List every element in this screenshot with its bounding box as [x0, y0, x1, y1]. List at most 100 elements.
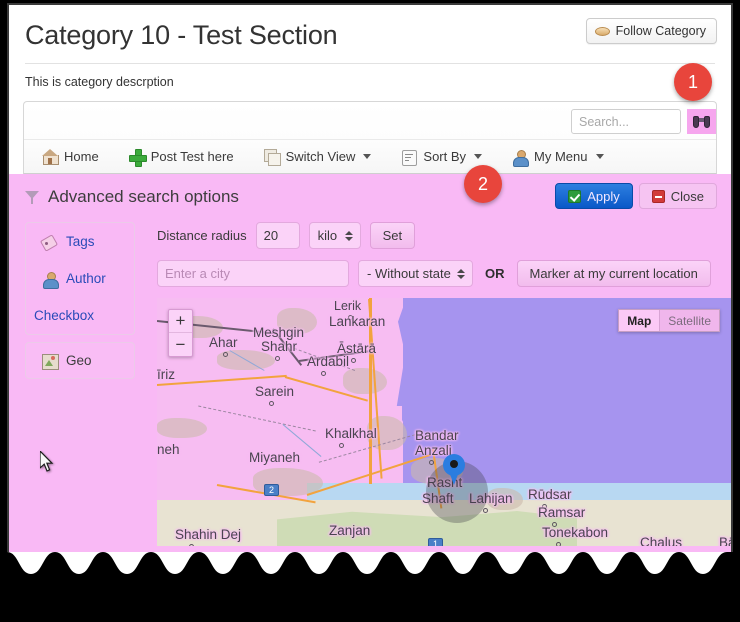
map-label: Bandar [415, 428, 459, 443]
map-terrain [343, 368, 387, 394]
menu-label-my-menu: My Menu [534, 149, 588, 164]
user-icon [512, 149, 530, 167]
map-label: Lerik [334, 299, 362, 313]
image-icon [42, 353, 59, 370]
sidebar-label-checkbox: Checkbox [34, 308, 95, 323]
set-radius-button[interactable]: Set [369, 222, 416, 249]
map-label: Ardabil [307, 354, 350, 369]
user-icon [42, 271, 59, 289]
sidebar-label-author: Author [66, 271, 106, 286]
map-label: Khalkhal [325, 426, 377, 441]
map-label: Meshgin [253, 325, 305, 340]
map-label: Lankaran [329, 314, 386, 329]
geo-filter-form: Distance radius kilo Set - Without state [135, 220, 731, 547]
search-button[interactable] [687, 109, 716, 134]
advanced-search-body: Tags Author Checkbox Geo Distance radius… [9, 220, 731, 546]
search-input[interactable] [571, 109, 681, 134]
plus-icon [128, 148, 147, 167]
advanced-search-title: Advanced search options [48, 187, 239, 206]
state-value: - Without state [367, 266, 451, 281]
map-city-dot [223, 352, 228, 357]
menu-label-post-test: Post Test here [150, 149, 234, 164]
location-row: - Without state OR Marker at my current … [157, 260, 731, 287]
map-type-toggle[interactable]: Map Satellite [618, 309, 720, 332]
current-location-button[interactable]: Marker at my current location [516, 260, 711, 287]
geo-map[interactable]: + − Map Satellite Ahar Meshgin Shahr Lerik L… [157, 298, 731, 547]
chevron-down-icon [595, 154, 604, 159]
sidebar-item-checkbox[interactable]: Checkbox [26, 297, 134, 334]
city-input[interactable] [157, 260, 349, 287]
map-type-map[interactable]: Map [619, 310, 660, 331]
distance-radius-label: Distance radius [157, 228, 247, 243]
map-terrain [157, 418, 207, 438]
toolbar-panel: Home Post Test here Switch View Sort By [23, 101, 717, 174]
map-label: Ahar [209, 335, 238, 350]
menu-label-sort-by: Sort By [423, 149, 467, 164]
toolbar-menu: Home Post Test here Switch View Sort By [24, 139, 716, 173]
menu-item-switch-view[interactable]: Switch View [263, 148, 372, 166]
menu-item-sort-by[interactable]: Sort By [401, 149, 483, 166]
category-description: This is category descrption [25, 75, 174, 89]
advanced-search-panel: Advanced search options Apply Close Tags… [9, 174, 731, 561]
map-label: Rūdsar [528, 487, 572, 502]
map-city-dot [429, 460, 434, 465]
mouse-cursor [40, 451, 54, 472]
map-city-dot [483, 508, 488, 513]
funnel-icon [25, 190, 39, 205]
binoculars-icon [693, 115, 710, 128]
map-label: Ramsar [538, 505, 586, 520]
sort-icon [401, 149, 418, 166]
sidebar-item-geo[interactable]: Geo [25, 342, 135, 379]
advanced-search-header: Advanced search options Apply Close [9, 174, 731, 220]
menu-item-post-test[interactable]: Post Test here [128, 148, 234, 167]
page-header: Category 10 - Test Section Follow Catego… [9, 5, 731, 63]
distance-radius-row: Distance radius kilo Set [157, 222, 731, 249]
close-button[interactable]: Close [638, 183, 717, 209]
updown-arrows-icon [457, 268, 465, 279]
search-area [571, 109, 716, 134]
map-city-dot [351, 358, 356, 363]
map-highway-shield: 2 [264, 484, 279, 496]
follow-category-button[interactable]: Follow Category [585, 18, 717, 44]
check-icon [568, 189, 582, 203]
map-label: Tonekabon [542, 525, 609, 540]
map-label: neh [157, 442, 180, 457]
filter-tabs: Tags Author Checkbox Geo [25, 220, 135, 546]
close-label: Close [670, 188, 704, 204]
sidebar-item-author[interactable]: Author [26, 260, 134, 297]
map-label: Bāb [719, 535, 731, 547]
step-badge-2: 2 [464, 165, 502, 203]
menu-item-home[interactable]: Home [42, 148, 99, 165]
menu-item-my-menu[interactable]: My Menu [512, 149, 604, 167]
map-highway-shield: 1 [428, 538, 443, 546]
zoom-in-button[interactable]: + [169, 310, 192, 333]
updown-arrows-icon [344, 230, 353, 241]
panel-actions: Apply Close [555, 183, 717, 209]
map-label: īriz [157, 367, 175, 382]
or-label: OR [485, 266, 505, 281]
map-city-dot [556, 542, 561, 546]
map-label: Zanjan [329, 523, 371, 538]
apply-button[interactable]: Apply [555, 183, 633, 209]
map-label: Chalus [640, 535, 683, 547]
map-type-satellite[interactable]: Satellite [659, 310, 719, 331]
sidebar-item-tags[interactable]: Tags [26, 223, 134, 260]
map-city-dot [269, 401, 274, 406]
zoom-out-button[interactable]: − [169, 333, 192, 356]
tag-icon [42, 234, 58, 250]
torn-page-edge [7, 552, 733, 622]
map-pin-icon[interactable] [443, 454, 465, 485]
map-label: Shahr [261, 339, 298, 354]
home-icon [42, 148, 59, 165]
chevron-down-icon [474, 154, 483, 159]
distance-unit-select[interactable]: kilo [308, 222, 361, 249]
switch-view-icon [263, 148, 281, 166]
map-zoom-controls[interactable]: + − [168, 309, 193, 357]
map-label: Shahin Dej [175, 527, 242, 542]
map-city-dot [275, 356, 280, 361]
distance-radius-input[interactable] [255, 222, 300, 249]
state-select[interactable]: - Without state [358, 260, 473, 287]
step-badge-1: 1 [674, 63, 712, 101]
map-city-dot [189, 544, 194, 546]
filter-tab-group: Tags Author Checkbox [25, 222, 135, 335]
